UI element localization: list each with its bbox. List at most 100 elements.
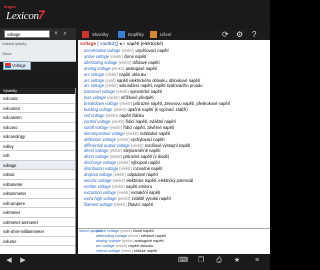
source-phrase[interactable]: balanced voltage <box>84 89 115 94</box>
list-item[interactable]: volcanics <box>0 104 75 113</box>
list-item[interactable]: voltage <box>0 160 75 170</box>
domain-label: (elektr) <box>130 142 144 148</box>
bookmark-icon[interactable]: ★ <box>232 256 242 266</box>
domain-label: (elektr) <box>109 148 123 154</box>
translation: žhavicí napětí <box>127 201 153 207</box>
list-item[interactable]: voltameter <box>0 180 75 189</box>
translation: řídicí napětí, zvláštní napětí <box>125 118 176 124</box>
tab-slovniky[interactable]: Slovníky <box>82 28 109 40</box>
source-phrase[interactable]: breakdown voltage <box>84 101 118 106</box>
language-chip[interactable]: Voltage <box>3 61 31 70</box>
filter-label: Zobrazit výsledky <box>2 42 27 46</box>
translation: rozdílové výstupní napětí <box>144 142 191 148</box>
list-item[interactable]: volume <box>0 237 75 246</box>
source-phrase[interactable]: extra-high voltage <box>84 196 117 201</box>
source-phrase[interactable]: active voltage <box>84 54 109 59</box>
source-phrase[interactable]: arc voltage <box>84 83 104 88</box>
source-phrase[interactable]: bias voltage <box>84 95 106 100</box>
list-item[interactable]: voltmeter-ammeter <box>0 218 75 227</box>
tab-uceni[interactable]: Učení <box>150 28 171 40</box>
domain-label: (elektr) <box>112 177 126 183</box>
source-phrase[interactable]: extraction voltage <box>84 190 116 195</box>
copy-icon[interactable]: ❐ <box>196 256 206 266</box>
domain-label: (svař) <box>105 77 116 83</box>
list-item[interactable]: voltmeter <box>0 208 75 218</box>
source-phrase[interactable]: bucking voltage <box>84 107 112 112</box>
source-phrase[interactable]: electric voltage <box>84 178 111 183</box>
list-item[interactable]: volley <box>0 142 75 151</box>
domain-label: (elektr) <box>111 118 125 124</box>
translation: sekundární napětí, napětí svařovacího pr… <box>119 83 203 89</box>
entry-panel: voltage [ˈvəʊltɪdʒ] ◂ n napětí (elektric… <box>78 40 270 254</box>
source-phrase[interactable]: dropout voltage <box>84 172 112 177</box>
source-phrase[interactable]: acceleration voltage <box>84 48 120 53</box>
app-window: lingea Lexicon 7 voltage × ⌕ Slovníky Do… <box>0 0 270 270</box>
gear-icon[interactable]: ⚙ <box>236 30 243 39</box>
flag-icon <box>5 63 11 68</box>
source-phrase[interactable]: emitter voltage <box>84 184 111 189</box>
history-icon[interactable]: ⟳ <box>222 30 229 39</box>
source-phrase[interactable]: distribution voltage <box>84 166 118 171</box>
source-phrase[interactable]: deflection voltage <box>84 137 116 142</box>
speaker-icon[interactable]: ◂ <box>119 41 121 46</box>
domain-label: (elektr) <box>117 189 130 195</box>
domain-label: (elektr) <box>113 172 127 178</box>
domain-label: (elektr) <box>125 130 139 136</box>
source-phrase[interactable]: cell voltage <box>84 113 104 118</box>
version-mark: 7 <box>38 8 45 22</box>
list-item[interactable]: voltaic <box>0 170 75 180</box>
domain-label: (elektr) <box>117 195 131 201</box>
tab-doplnky[interactable]: Doplňky <box>118 28 144 40</box>
search-icon[interactable]: ⌕ <box>61 30 69 38</box>
menu-icon[interactable]: ≡ <box>252 256 262 266</box>
source-phrase[interactable]: filament voltage <box>84 202 113 207</box>
source-phrase[interactable]: alternating voltage <box>84 60 117 65</box>
translation: průrazné napětí (v diodě) <box>123 154 170 160</box>
source-phrase[interactable]: arc voltage <box>84 78 104 83</box>
source-phrase[interactable]: discharge voltage <box>84 160 116 165</box>
source-phrase[interactable]: decomposition voltage <box>84 131 125 136</box>
list-item[interactable]: volt-ampere <box>0 199 75 208</box>
pronunciation: [ˈvəʊltɪdʒ] <box>97 41 118 46</box>
source-phrase[interactable]: control voltage <box>84 119 111 124</box>
list-item[interactable]: volcanology <box>0 132 75 142</box>
source-phrase[interactable]: direct voltage <box>84 154 108 159</box>
source-phrase[interactable]: analog voltage <box>84 66 111 71</box>
list-item[interactable]: volcanism <box>0 113 75 123</box>
keyboard-icon[interactable]: ⌨ <box>178 256 188 266</box>
domain-label: (elektr) <box>111 65 125 71</box>
list-item[interactable]: volt-ohm-milliammeter <box>0 227 75 237</box>
list-item[interactable]: volt <box>0 151 75 161</box>
list-item[interactable]: volcanic <box>0 94 75 104</box>
domain-label: (elektr) <box>110 53 123 59</box>
domain-label: (elektr) <box>121 48 135 53</box>
list-item[interactable]: volcano <box>0 123 75 132</box>
entry-header: voltage [ˈvəʊltɪdʒ] ◂ n napětí (elektric… <box>78 40 270 48</box>
translation: symetrické napětí <box>130 89 163 95</box>
translation: napětí elektrického oblouku, obloukové n… <box>116 77 201 83</box>
translation: elektrické napětí, elektrický potenciál <box>126 177 194 183</box>
translation: analogové napětí <box>125 65 158 71</box>
back-icon[interactable]: ◀ <box>4 256 14 266</box>
help-icon[interactable]: ? <box>252 30 256 39</box>
source-phrase[interactable]: cutoff voltage <box>84 125 108 130</box>
forward-icon[interactable]: ▶ <box>18 256 28 266</box>
translation: řídicí napětí, závěrné napětí <box>123 124 175 130</box>
list-item[interactable]: voltammeter <box>0 189 75 199</box>
print-icon[interactable]: ⎙ <box>214 256 224 266</box>
clear-icon[interactable]: × <box>52 30 60 38</box>
translation: činné napětí <box>124 53 147 59</box>
domain-label: (elektr) <box>107 95 120 101</box>
domain-label: (elektr) <box>105 71 118 77</box>
translation: extrakční napětí <box>131 189 161 195</box>
source-phrase[interactable]: direct voltage <box>84 148 108 153</box>
tab-label: Učení <box>160 31 172 37</box>
translation: odpadové napětí <box>127 172 158 178</box>
entry-row[interactable]: filament voltage (elektr) žhavicí napětí <box>78 202 270 208</box>
source-phrase[interactable]: arc voltage <box>84 72 104 77</box>
search-input[interactable]: voltage <box>4 30 50 38</box>
domain-label: (elektr) <box>113 201 127 207</box>
source-phrase[interactable]: differential output voltage <box>84 143 130 148</box>
brand-label: lingea <box>4 4 16 9</box>
direction-label: Odkud <box>2 52 12 56</box>
